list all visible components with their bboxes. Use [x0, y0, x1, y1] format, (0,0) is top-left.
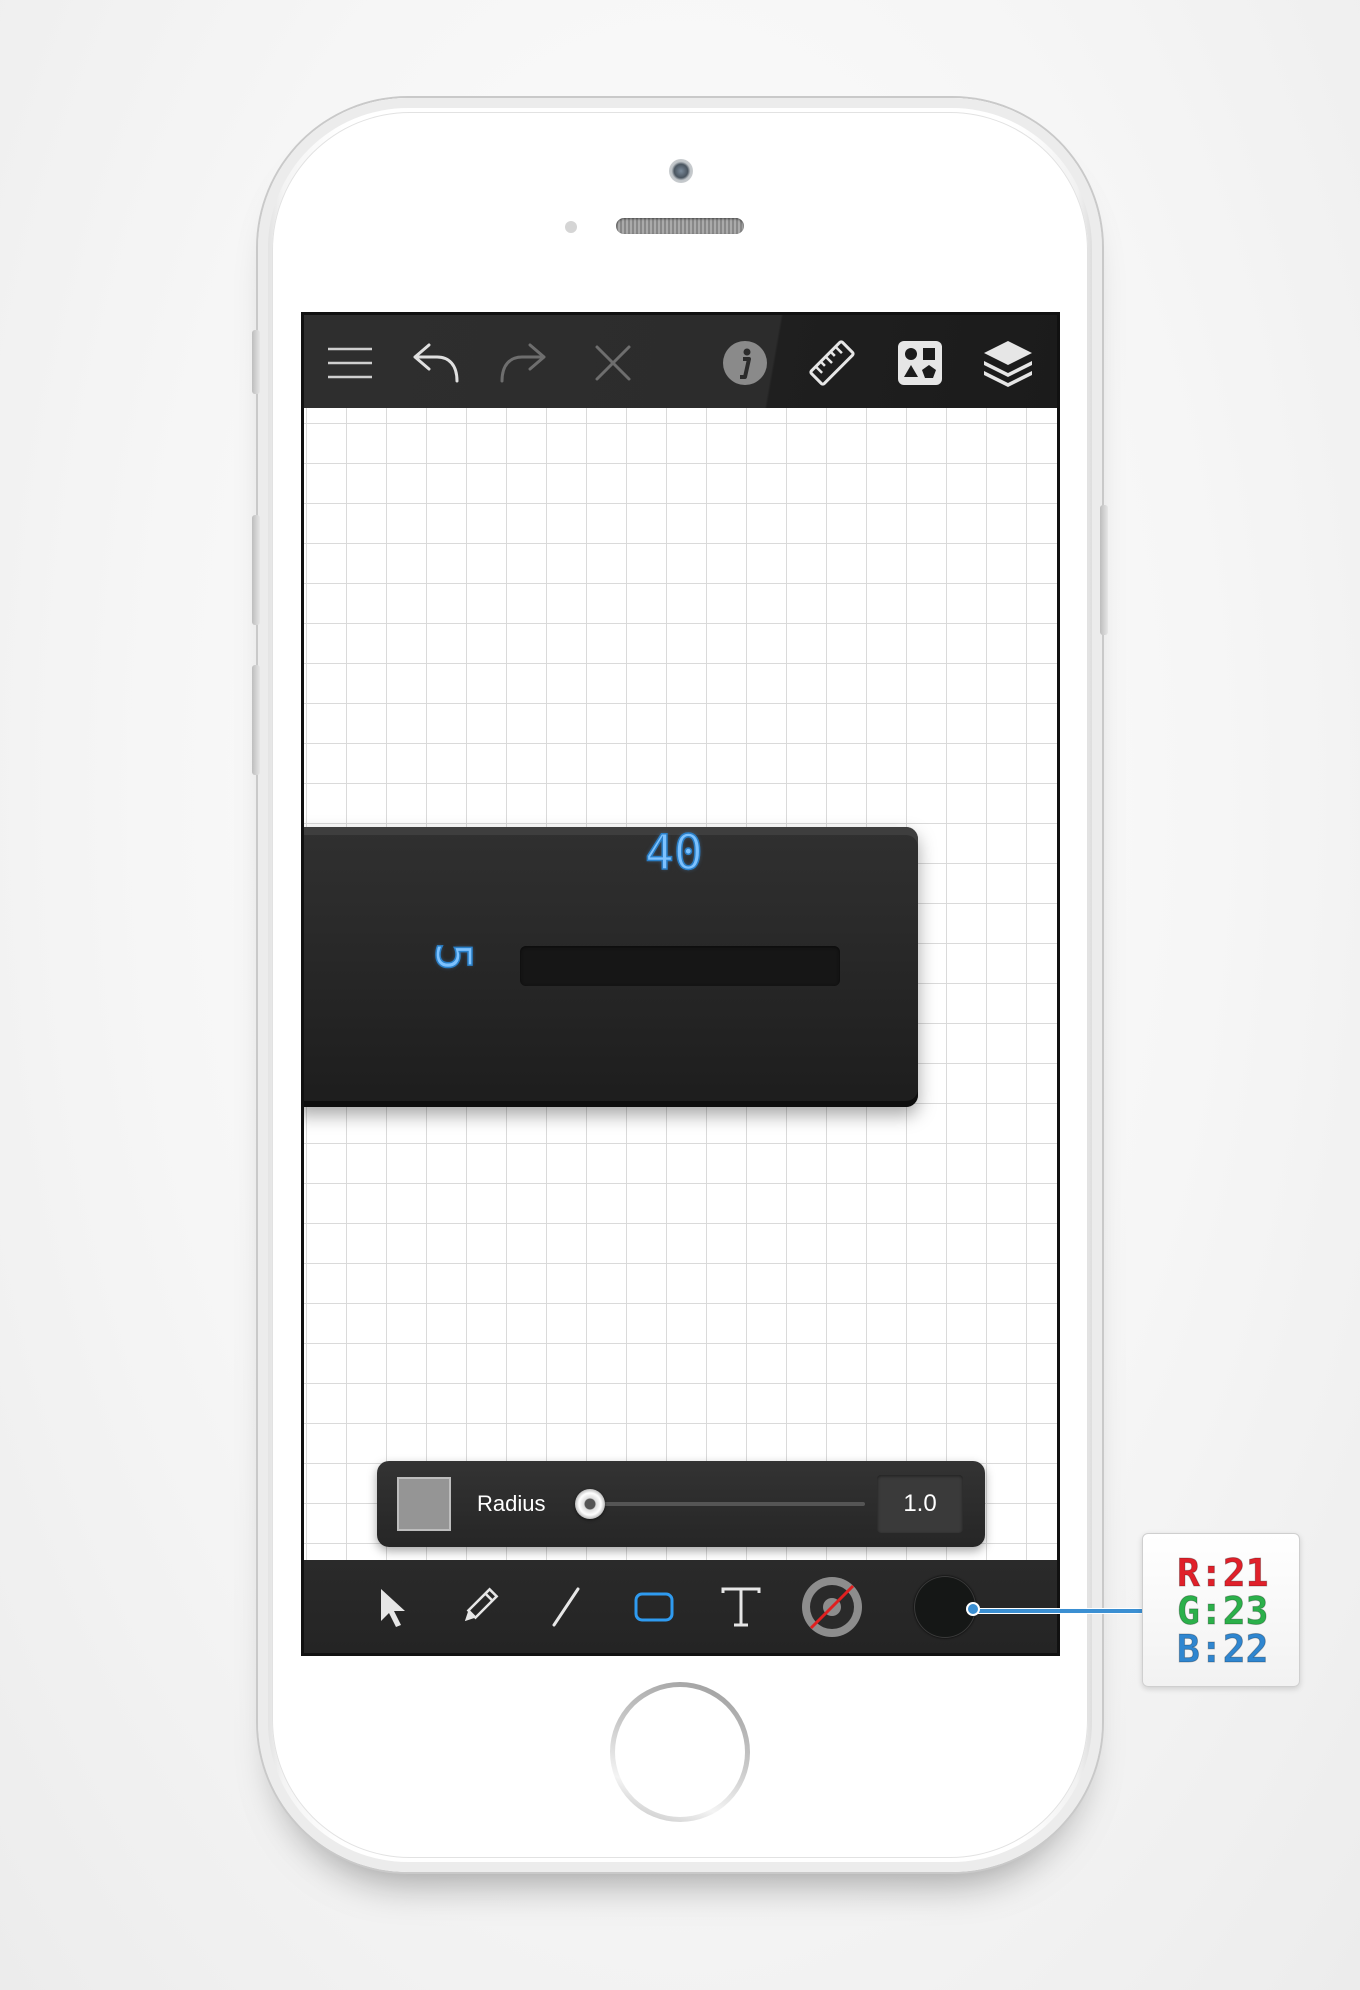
- text-icon[interactable]: [714, 1580, 768, 1634]
- proximity-sensor: [565, 221, 577, 233]
- close-x-icon[interactable]: [587, 337, 639, 389]
- b-value: B:22: [1177, 1627, 1270, 1671]
- radius-label: Radius: [477, 1491, 546, 1516]
- earpiece-speaker: [616, 218, 744, 234]
- shapes-library-icon[interactable]: [894, 337, 946, 389]
- g-value: G:23: [1177, 1589, 1270, 1633]
- app-screen: 40 5 Radius 1.0: [301, 312, 1060, 1656]
- power-button: [1100, 505, 1108, 635]
- corner-radius-label: 5: [424, 942, 482, 972]
- volume-up-button: [252, 515, 260, 625]
- width-dimension-label: 40: [644, 824, 703, 882]
- ruler-icon[interactable]: [806, 337, 858, 389]
- layers-icon[interactable]: [982, 337, 1034, 389]
- radius-slider-track[interactable]: [583, 1502, 865, 1506]
- select-arrow-icon[interactable]: [366, 1580, 420, 1634]
- inner-bar: [520, 946, 840, 986]
- radius-slider-knob[interactable]: [575, 1489, 605, 1519]
- callout-dot: [966, 1602, 980, 1616]
- front-camera: [669, 159, 693, 183]
- r-value: R:21: [1177, 1551, 1270, 1595]
- bottom-toolbar: [304, 1560, 1057, 1653]
- rectangle-icon[interactable]: [627, 1580, 681, 1634]
- shape-color-swatch[interactable]: [397, 1477, 451, 1531]
- volume-down-button: [252, 665, 260, 775]
- undo-arrow-icon[interactable]: [410, 337, 462, 389]
- radius-panel: Radius 1.0: [377, 1461, 985, 1547]
- callout-line: [973, 1608, 1142, 1614]
- stroke-color-icon[interactable]: [797, 1572, 867, 1642]
- redo-arrow-icon[interactable]: [497, 337, 549, 389]
- top-toolbar: [304, 315, 1057, 408]
- info-icon[interactable]: [719, 337, 771, 389]
- line-icon[interactable]: [539, 1580, 593, 1634]
- pencil-icon[interactable]: [452, 1580, 506, 1634]
- hamburger-menu-icon[interactable]: [324, 337, 376, 389]
- home-button[interactable]: [610, 1682, 750, 1822]
- mute-switch: [252, 330, 260, 394]
- radius-value-field[interactable]: 1.0: [877, 1475, 963, 1533]
- rgb-callout: R:21 G:23 B:22: [1142, 1533, 1300, 1687]
